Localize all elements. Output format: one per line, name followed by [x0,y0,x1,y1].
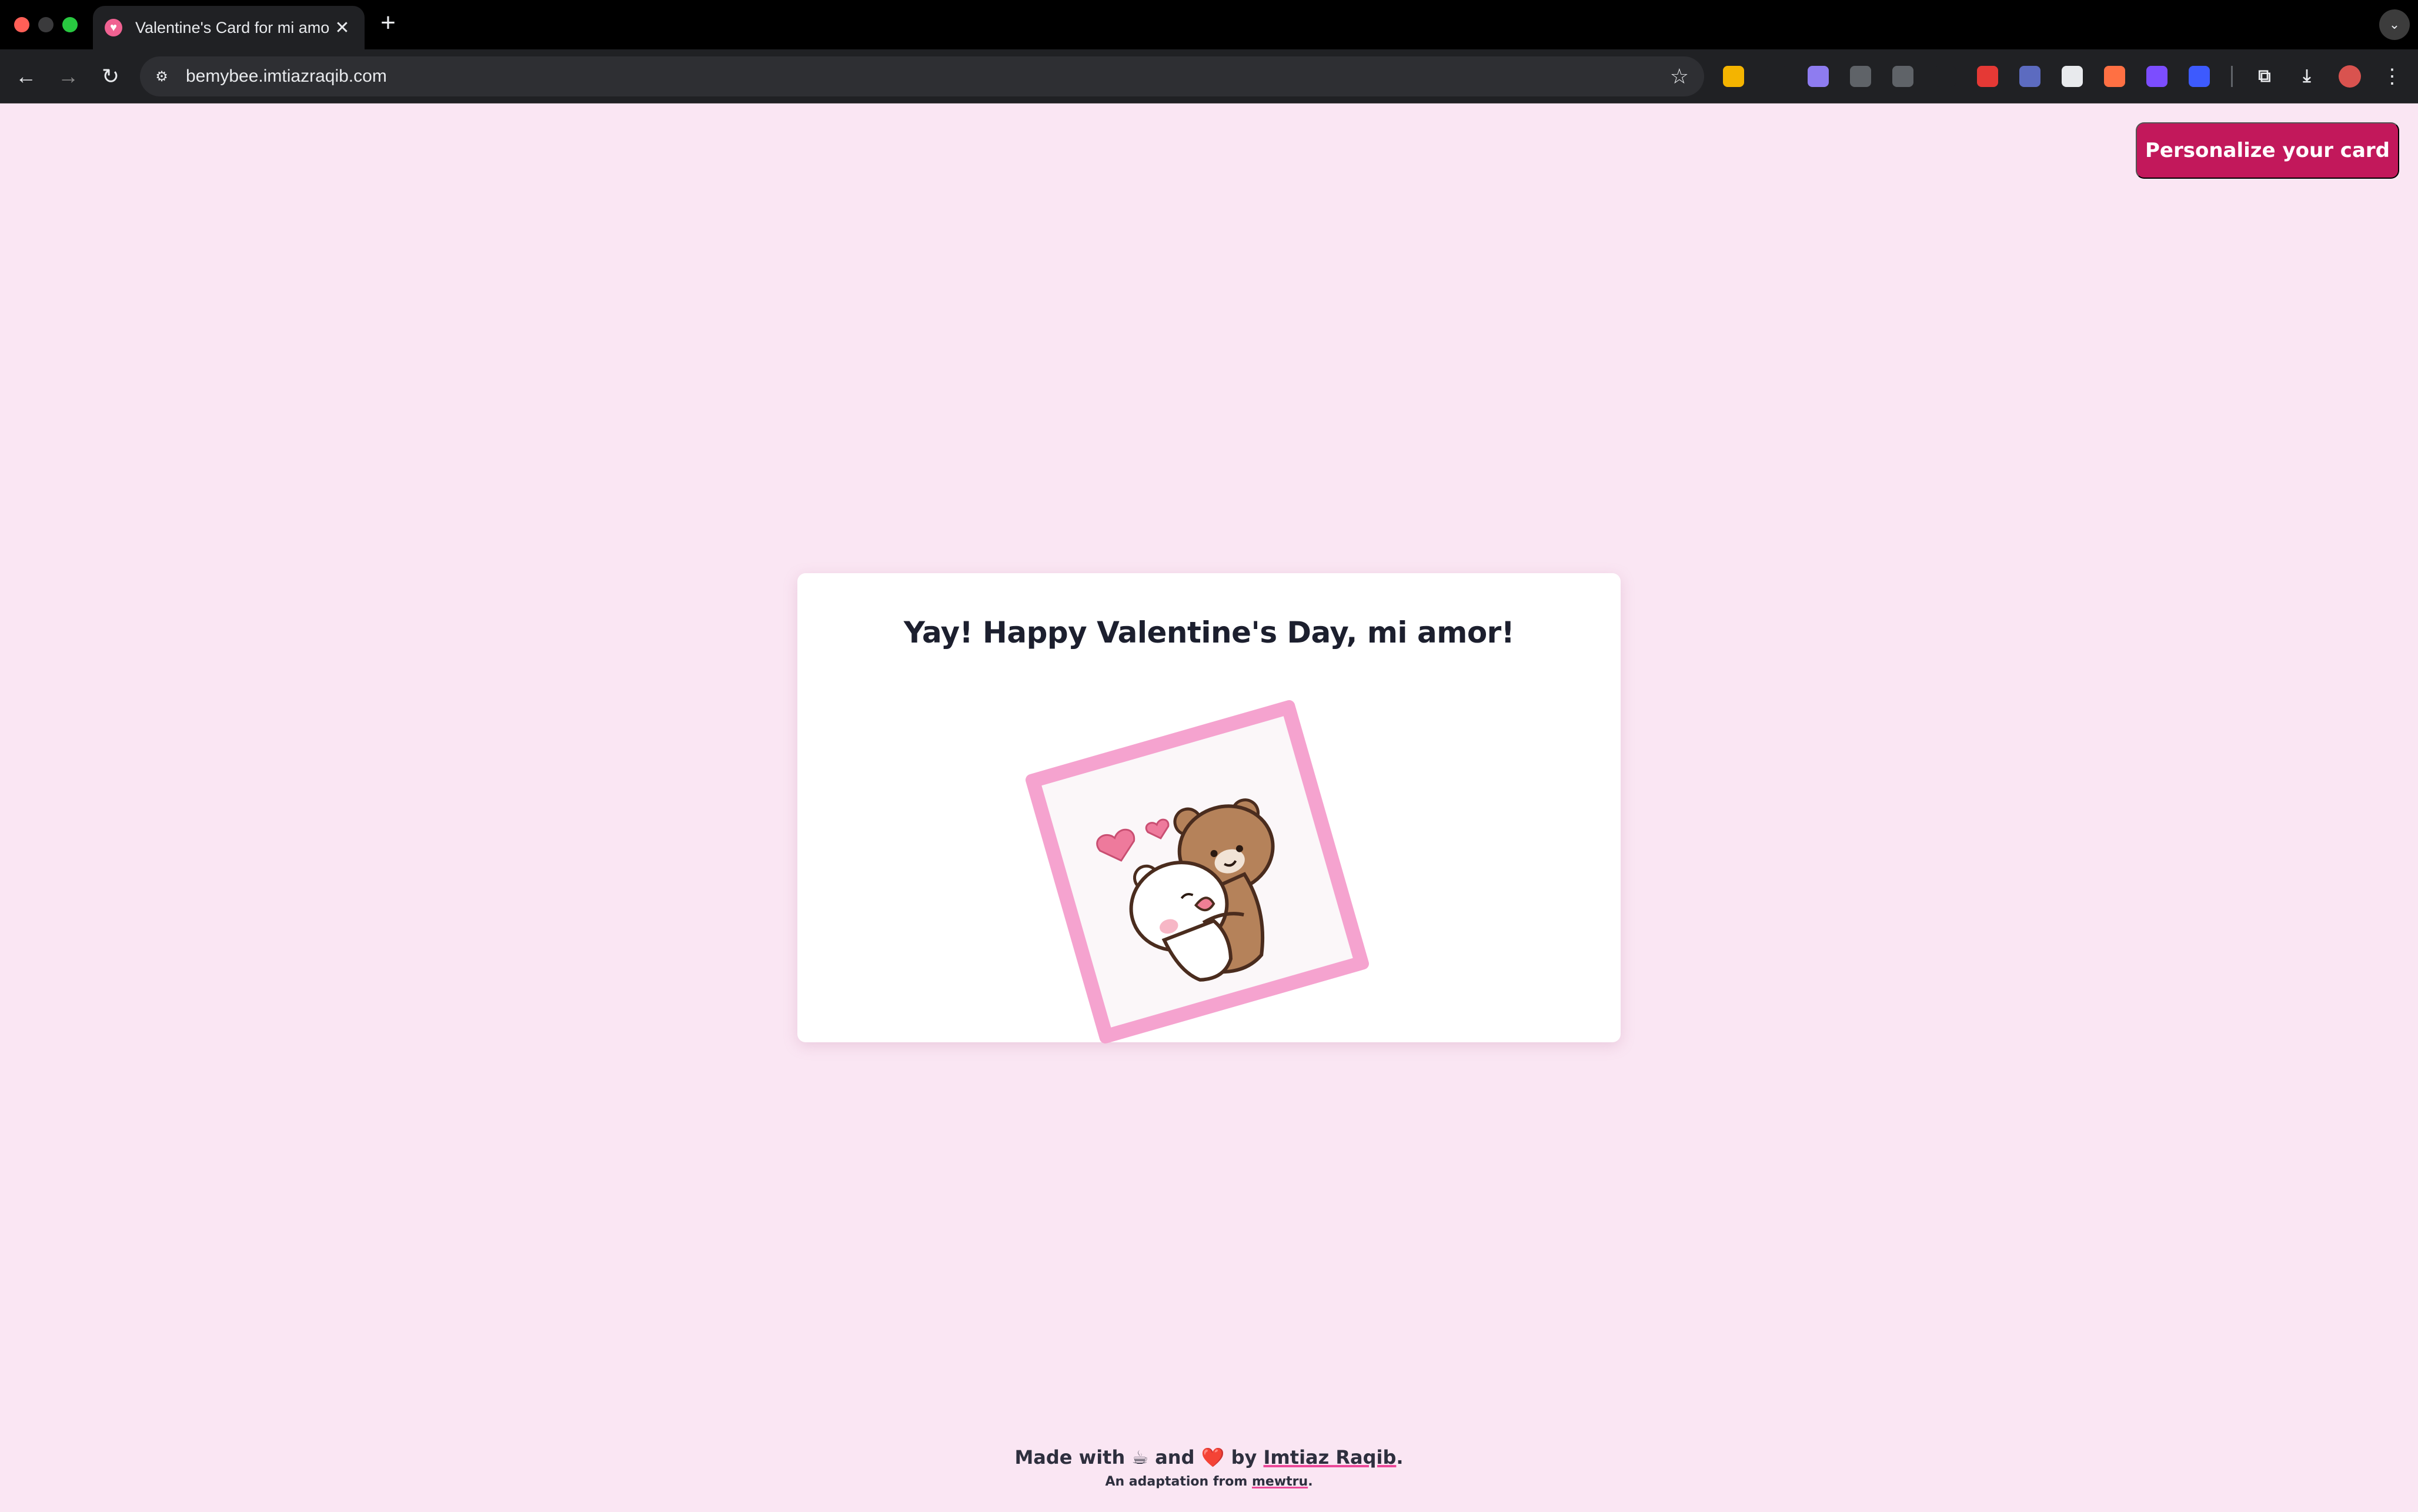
back-arrow-icon[interactable]: ← [11,61,41,92]
ext-4-icon[interactable] [1850,66,1871,87]
window-minimize-button[interactable] [38,17,54,32]
ext-1-icon[interactable] [1723,66,1744,87]
ext-12-icon[interactable] [2189,66,2210,87]
footer-made-with: Made with [1014,1446,1125,1468]
site-settings-icon[interactable]: ⚙ [148,63,175,90]
toolbar-separator [2231,66,2233,87]
browser-menu-icon[interactable]: ⋮ [2382,65,2402,88]
author-link[interactable]: Imtiaz Raqib [1264,1446,1397,1468]
browser-tab-bar: ♥ Valentine's Card for mi amor ✕ + ⌄ [0,0,2418,49]
tab-close-icon[interactable]: ✕ [332,18,353,38]
reload-icon[interactable]: ↻ [95,61,126,92]
ext-7-icon[interactable] [1977,66,1998,87]
ext-5-icon[interactable] [1892,66,1913,87]
coffee-icon: ☕ [1131,1446,1149,1468]
tab-search-chevron-icon[interactable]: ⌄ [2379,9,2410,40]
downloads-icon[interactable]: ⤓ [2296,66,2317,87]
browser-toolbar: ← → ↻ ⚙ bemybee.imtiazraqib.com ☆ ⧉ ⤓ ⋮ [0,49,2418,103]
ext-3-icon[interactable] [1808,66,1829,87]
footer-adaptation-text: An adaptation from [1105,1474,1248,1489]
footer-credit: Made with ☕ and ❤️ by Imtiaz Raqib. [0,1446,2418,1468]
ext-6-icon[interactable] [1935,66,1956,87]
window-close-button[interactable] [14,17,29,32]
extensions-puzzle-icon[interactable]: ⧉ [2254,66,2275,87]
url-text[interactable]: bemybee.imtiazraqib.com [186,66,387,86]
ext-11-icon[interactable] [2146,66,2167,87]
ext-2-icon[interactable] [1765,66,1786,87]
tab-title: Valentine's Card for mi amor [135,18,329,36]
window-maximize-button[interactable] [62,17,78,32]
footer-by: by [1231,1446,1257,1468]
valentine-card: Yay! Happy Valentine's Day, mi amor! [797,573,1621,1045]
footer-and: and [1155,1446,1195,1468]
card-title: Yay! Happy Valentine's Day, mi amor! [903,615,1515,650]
hugging-bears-illustration [1096,798,1275,982]
extensions-row: ⧉ ⤓ ⋮ [1723,61,2402,92]
profile-avatar[interactable] [2339,65,2361,88]
hugging-bears-image [1024,698,1371,1045]
bookmark-star-icon[interactable]: ☆ [1670,64,1689,89]
ext-8-icon[interactable] [2019,66,2040,87]
new-tab-button[interactable]: + [376,8,400,38]
forward-arrow-icon[interactable]: → [53,61,84,92]
source-link[interactable]: mewtru [1252,1474,1308,1489]
footer-adaptation: An adaptation from mewtru. [0,1474,2418,1489]
tab-favicon-icon: ♥ [105,19,122,36]
footer-sub-period: . [1308,1474,1313,1489]
footer-period: . [1396,1446,1404,1468]
address-bar[interactable]: ⚙ bemybee.imtiazraqib.com ☆ [140,56,1704,96]
heart-icon: ❤️ [1201,1446,1225,1468]
ext-10-icon[interactable] [2104,66,2125,87]
personalize-card-button[interactable]: Personalize your card [2136,122,2399,179]
browser-tab-active[interactable]: ♥ Valentine's Card for mi amor ✕ [93,6,365,49]
ext-9-icon[interactable] [2062,66,2083,87]
